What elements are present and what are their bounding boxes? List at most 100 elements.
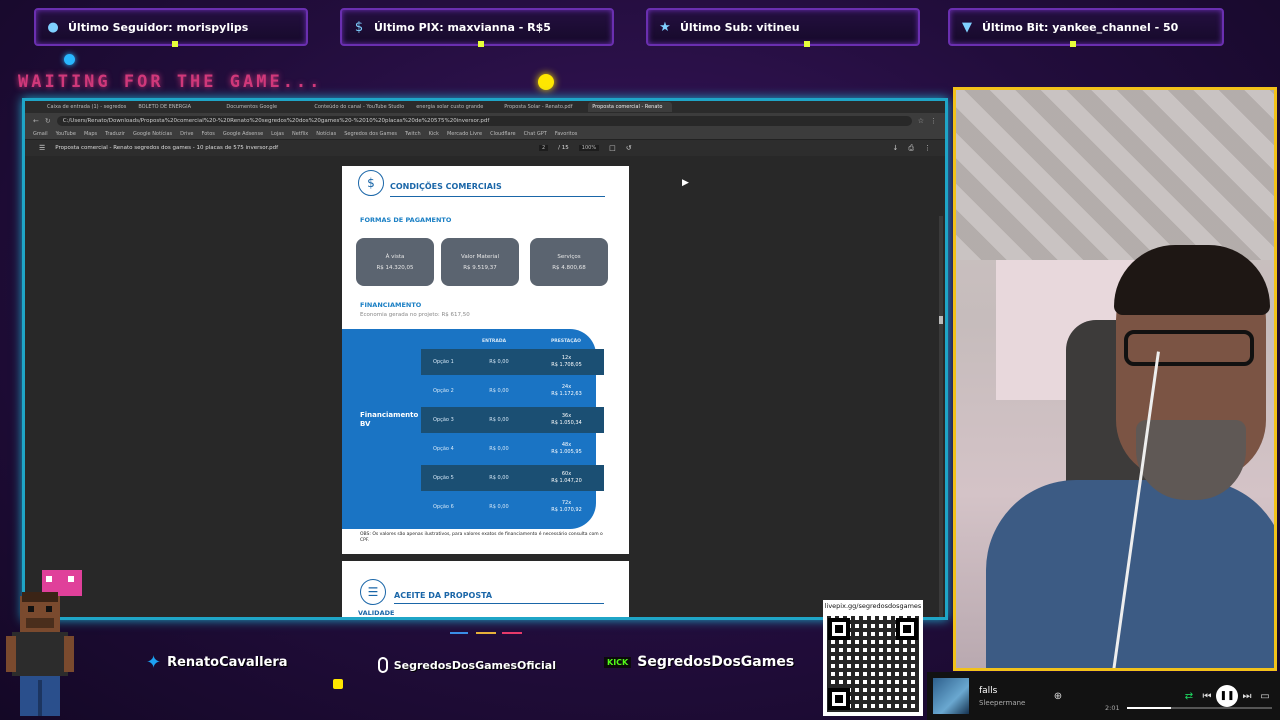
livepix-qr-code: livepix.gg/segredosdosgames (823, 600, 923, 716)
bookmark-item[interactable]: Twitch (405, 131, 421, 137)
qr-finder (828, 688, 850, 710)
browser-tab[interactable]: Conteúdo do canal - YouTube Studio (310, 102, 408, 112)
option-term: 36x (561, 413, 572, 419)
pdf-toolbar: ☰ Proposta comercial - Renato segredos d… (25, 140, 945, 156)
card-label: Serviços (557, 253, 581, 260)
elapsed-time: 2:01 (1105, 704, 1120, 712)
pdf-viewport[interactable]: $ CONDIÇÕES COMERCIAIS FORMAS DE PAGAMEN… (25, 156, 945, 617)
bookmark-item[interactable]: Traduzir (105, 131, 125, 137)
deco-dot (804, 41, 810, 47)
bookmark-item[interactable]: Netflix (292, 131, 308, 137)
option-name: Opção 4 (433, 446, 454, 452)
bookmark-item[interactable]: Google Adsense (223, 131, 263, 137)
bookmark-item[interactable]: YouTube (56, 131, 76, 137)
star-icon: ★ (659, 19, 671, 35)
browser-tab[interactable]: Documentos Google (222, 102, 306, 112)
hamburger-icon[interactable]: ☰ (39, 144, 45, 152)
bookmark-item[interactable]: Google Notícias (133, 131, 172, 137)
dollar-icon: $ (354, 19, 364, 35)
track-artist: Sleepermane (979, 698, 1026, 707)
option-installment: 60x R$ 1.047,20 (529, 471, 604, 485)
kick-handle: SegredosDosGames (637, 654, 795, 670)
option-entrada: R$ 0,00 (489, 504, 509, 510)
bookmark-star-icon[interactable]: ☆ (918, 117, 924, 125)
next-section-title: ACEITE DA PROPOSTA (394, 591, 493, 600)
bookmark-item[interactable]: Notícias (316, 131, 336, 137)
webcam-feed (953, 87, 1277, 671)
page-number-input[interactable]: 2 (538, 145, 549, 151)
financing-heading: FINANCIAMENTO (360, 301, 422, 309)
bookmark-item[interactable]: Segredos dos Games (344, 131, 397, 137)
stream-overlay: ● Último Seguidor: morispylips $ Último … (0, 0, 1280, 720)
previous-icon[interactable]: ⏮ (1198, 687, 1216, 705)
music-player: falls Sleepermane ⊕ ⇄ ⏮ ❚❚ ⏭ ▭ 2:01 (927, 672, 1280, 720)
financing-row: Opção 5 R$ 0,00 60x R$ 1.047,20 (421, 465, 604, 491)
rotate-icon[interactable]: ↺ (626, 144, 632, 152)
option-term: 48x (561, 442, 572, 448)
bookmark-item[interactable]: Lojas (271, 131, 284, 137)
pdf-page: $ CONDIÇÕES COMERCIAIS FORMAS DE PAGAMEN… (342, 166, 629, 554)
payment-card-services: Serviços R$ 4.800,68 (530, 238, 608, 286)
lyrics-icon[interactable]: ▭ (1256, 687, 1274, 705)
card-value: R$ 9.519,37 (463, 264, 497, 271)
next-icon[interactable]: ⏭ (1238, 687, 1256, 705)
address-bar[interactable]: C:/Users/Renato/Downloads/Proposta%20com… (56, 115, 912, 126)
pdf-page-next: ☰ ACEITE DA PROPOSTA VALIDADE (342, 561, 629, 617)
divider (394, 603, 604, 604)
zoom-input[interactable]: 100% (578, 145, 600, 151)
browser-tab[interactable]: Caixa de entrada (1) - segredos (43, 102, 130, 112)
mouse-cursor-icon: ▶ (682, 178, 689, 188)
print-icon[interactable]: ⎙ (908, 144, 914, 153)
option-name: Opção 1 (433, 359, 454, 365)
bubble-decoration (64, 54, 75, 65)
progress-bar[interactable] (1127, 707, 1272, 709)
bookmark-item[interactable]: Gmail (33, 131, 48, 137)
alert-last-follower: ● Último Seguidor: morispylips (34, 8, 308, 47)
bv-label-line2: BV (360, 420, 371, 428)
option-value: R$ 1.047,20 (551, 478, 582, 484)
browser-tab[interactable]: Proposta Solar - Renato.pdf (500, 102, 584, 112)
add-plus-icon[interactable]: ⊕ (1049, 687, 1067, 705)
more-icon[interactable]: ⋮ (924, 144, 931, 152)
option-value: R$ 1.050,34 (551, 420, 582, 426)
browser-tab-active[interactable]: Proposta comercial - Renato (588, 102, 673, 112)
back-icon[interactable]: ← (33, 117, 39, 125)
scrollbar-thumb[interactable] (939, 316, 943, 324)
deco-dot (478, 41, 484, 47)
option-term: 24x (561, 384, 572, 390)
option-entrada: R$ 0,00 (489, 417, 509, 423)
fit-page-icon[interactable]: □ (609, 144, 616, 152)
card-value: R$ 4.800,68 (552, 264, 586, 271)
alert-text: Último Sub: vitineu (680, 20, 800, 34)
shuffle-icon[interactable]: ⇄ (1180, 687, 1198, 705)
bookmark-item[interactable]: Favoritos (555, 131, 578, 137)
payment-card-cash: À vista R$ 14.320,05 (356, 238, 434, 286)
bookmark-item[interactable]: Maps (84, 131, 97, 137)
option-name: Opção 6 (433, 504, 454, 510)
financing-panel: Financiamento BV ENTRADA PRESTAÇÃO Opção… (342, 329, 604, 529)
payment-card-material: Valor Material R$ 9.519,37 (441, 238, 519, 286)
bookmark-item[interactable]: Drive (180, 131, 193, 137)
streamer-glasses (1124, 330, 1254, 366)
bookmark-item[interactable]: Mercado Livre (447, 131, 482, 137)
option-installment: 24x R$ 1.172,63 (529, 384, 604, 398)
bookmark-item[interactable]: Chat GPT (524, 131, 547, 137)
qr-finder (896, 618, 918, 640)
bookmark-item[interactable]: Cloudflare (490, 131, 516, 137)
option-entrada: R$ 0,00 (489, 388, 509, 394)
menu-icon[interactable]: ⋮ (930, 117, 937, 125)
option-value: R$ 1.070,92 (551, 507, 582, 513)
browser-tab[interactable]: energia solar custo grande (412, 102, 496, 112)
deco-dot (172, 41, 178, 47)
col-entrada: ENTRADA (482, 339, 507, 344)
download-icon[interactable]: ↓ (893, 144, 899, 152)
browser-tab[interactable]: BOLETO DE ENERGIA (134, 102, 218, 112)
user-icon: ● (47, 19, 59, 35)
payment-heading: FORMAS DE PAGAMENTO (360, 216, 452, 224)
scrollbar[interactable] (939, 216, 943, 617)
reload-icon[interactable]: ↻ (45, 117, 51, 125)
bookmark-item[interactable]: Kick (429, 131, 439, 137)
bookmark-item[interactable]: Fotos (202, 131, 215, 137)
pause-button[interactable]: ❚❚ (1216, 685, 1238, 707)
wall-tiles (956, 90, 1274, 260)
